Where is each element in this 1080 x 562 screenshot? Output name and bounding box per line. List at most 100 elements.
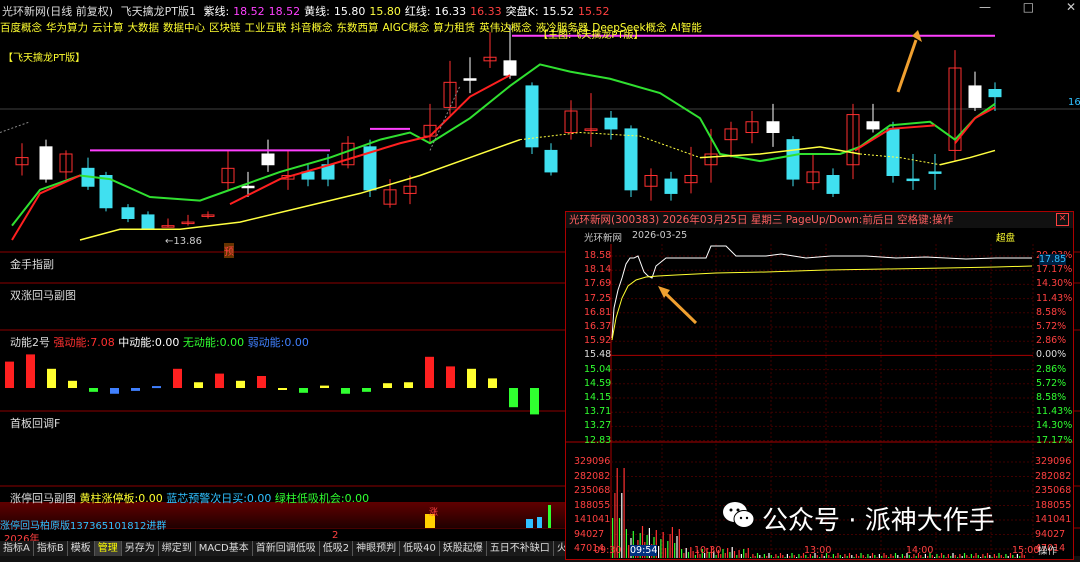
sub1-title[interactable]: 金手指副 (10, 256, 54, 272)
candle-body (988, 89, 1002, 98)
indicator-tab[interactable]: MACD基本 (196, 541, 253, 556)
sub5-header: 涨停回马副图 黄柱涨停板:0.00 蓝芯预警次日买:0.00 绿柱低吸机会:0.… (10, 490, 369, 506)
volume-bar (743, 549, 745, 558)
volume-bar (876, 557, 878, 558)
candle-body (544, 149, 558, 173)
signal-label: 蓝芯预警次日买: (162, 492, 247, 505)
volume-bar (996, 556, 998, 558)
concept-tag[interactable]: 华为算力 (46, 22, 88, 34)
concept-tag[interactable]: 抖音概念 (291, 22, 333, 34)
buy-signal-bar (526, 519, 533, 528)
volume-bar (761, 557, 763, 558)
pct-axis-label: 5.72% (1036, 377, 1067, 389)
volume-bar (658, 546, 660, 558)
concept-tag[interactable]: 东数西算 (337, 22, 379, 34)
volume-axis-label: 282082 (1035, 470, 1072, 482)
price-axis-label: 15.04 (584, 363, 612, 375)
volume-bar (904, 556, 906, 558)
concept-tag[interactable]: 云计算 (92, 22, 124, 34)
indicator-label: 突盘K: (505, 5, 539, 18)
indicator-tab[interactable]: 绑定到 (159, 541, 196, 556)
pct-axis-label: 14.30% (1036, 278, 1073, 290)
sub5-title[interactable]: 涨停回马副图 (10, 492, 76, 505)
volume-bar (793, 555, 795, 558)
sub3-title[interactable]: 动能2号 (10, 336, 50, 349)
pct-axis-label: 5.72% (1036, 321, 1067, 332)
popup-close-button[interactable]: ✕ (1056, 213, 1069, 226)
volume-bar (927, 556, 929, 558)
volume-bar (724, 553, 726, 558)
energy-bar (320, 385, 329, 388)
maximize-button[interactable]: □ (1023, 0, 1034, 14)
indicator-tab[interactable]: 低吸2 (320, 541, 354, 556)
signal-value: 0.00 (344, 492, 370, 505)
energy-bar (131, 388, 140, 391)
indicator-tab[interactable]: 火箭低吸 (554, 541, 565, 556)
window-title: 光环新网(日线 前复权) (2, 5, 114, 18)
popup-action-button[interactable]: 操作 (1038, 543, 1057, 557)
indicator-tab[interactable]: 妖股起爆 (440, 541, 487, 556)
energy-bar (89, 388, 98, 392)
volume-axis-label: 282082 (574, 470, 611, 482)
indicator-tab[interactable]: 五日不补缺口 (487, 541, 554, 556)
energy-value: 0.00 (219, 336, 245, 349)
pct-axis-label: 14.30% (1036, 420, 1073, 432)
sub2-title[interactable]: 双涨回马副图 (10, 287, 76, 303)
energy-bar (467, 368, 476, 388)
volume-bar (970, 554, 972, 558)
concept-tag[interactable]: 区块链 (209, 22, 241, 34)
volume-bar (961, 556, 963, 558)
volume-bar (1005, 554, 1007, 558)
indicator-tab[interactable]: 管理 (94, 541, 122, 556)
volume-bar (853, 557, 855, 558)
time-axis-label: 14:00 (906, 545, 934, 556)
time-axis-label: 10:30 (694, 545, 722, 556)
indicator-tab[interactable]: 神眼预判 (353, 541, 401, 556)
indicator-value: 15.52 (578, 5, 610, 18)
volume-bar (800, 556, 802, 558)
energy-bar (488, 378, 497, 388)
sub4-title[interactable]: 首板回调F (10, 415, 60, 431)
concept-tag[interactable]: 大数据 (128, 22, 160, 34)
concept-tag[interactable]: AIGC概念 (383, 22, 430, 34)
indicator-tab[interactable]: 低吸40 (400, 541, 440, 556)
wechat-icon (723, 502, 755, 528)
popup-subtitle-date: 2026-03-25 (632, 230, 688, 241)
concept-tag[interactable]: 算力租赁 (433, 22, 475, 34)
main-pane-subtitle: 【飞天擒龙PT版】 (3, 53, 86, 64)
volume-bar (754, 556, 756, 558)
price-axis-label: 13.27 (584, 420, 612, 432)
concept-tag[interactable]: 数据中心 (163, 22, 205, 34)
concept-tag[interactable]: 百度概念 (0, 22, 42, 34)
minimize-button[interactable]: — (979, 0, 991, 14)
volume-bar (830, 557, 832, 558)
volume-bar (881, 556, 883, 558)
volume-axis-label: 329096 (574, 456, 611, 467)
indicator-tab[interactable]: 指标B (34, 541, 68, 556)
indicator-name[interactable]: 飞天擒龙PT版1 (121, 5, 196, 18)
indicator-value: 16.33 (470, 5, 502, 18)
popup-overlay-label[interactable]: 超盘 (996, 230, 1015, 244)
concept-tag[interactable]: AI智能 (671, 22, 702, 34)
candle-body (826, 175, 840, 194)
volume-bar (745, 553, 747, 558)
watermark-text: 公众号 · 派神大作手 (762, 506, 995, 536)
time-axis-label: 13:00 (804, 545, 832, 556)
close-button[interactable]: ✕ (1066, 0, 1076, 14)
indicator-values: 紫线: 18.52 18.52 黄线: 15.80 15.80 红线: 16.33 16.33 突… (203, 5, 613, 18)
time-axis-label: 15:00 (1012, 545, 1040, 556)
indicator-tab[interactable]: 另存为 (122, 541, 159, 556)
concept-tag[interactable]: 工业互联 (245, 22, 287, 34)
annotation-arrow (896, 39, 918, 93)
volume-bar (1009, 553, 1012, 558)
indicator-tab[interactable]: 首新回调低吸 (253, 541, 320, 556)
volume-bar (837, 553, 839, 558)
popup-title[interactable]: 光环新网(300383) 2026年03月25日 星期三 PageUp/Down… (566, 212, 1073, 228)
indicator-tab[interactable]: 模板 (68, 541, 95, 556)
energy-value: 7.08 (90, 336, 115, 349)
indicator-tab[interactable]: 指标A (0, 541, 34, 556)
price-axis-label: 13.71 (584, 406, 612, 418)
time-axis-label: 09:30 (594, 545, 622, 556)
volume-bar (973, 556, 975, 558)
concept-tag[interactable]: 英伟达概念 (479, 22, 532, 34)
